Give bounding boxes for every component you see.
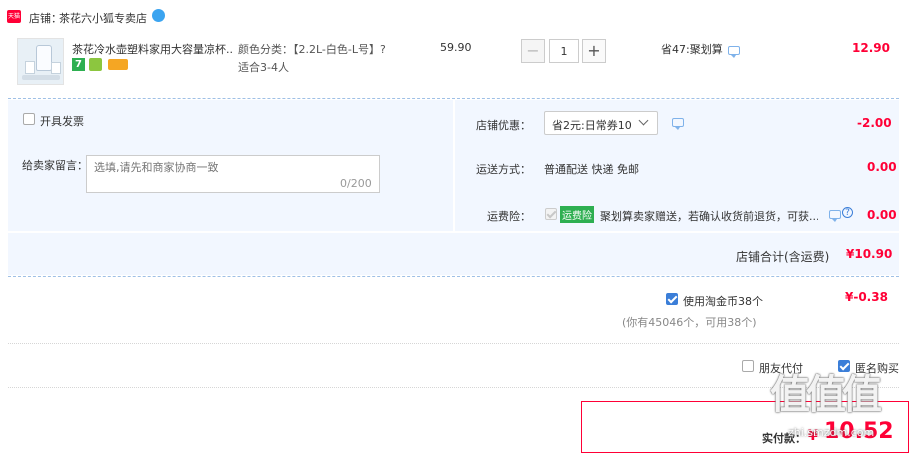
invoice-label: 开具发票 (40, 115, 84, 128)
item-divider (8, 98, 899, 99)
unit-price: 59.90 (440, 41, 472, 54)
quantity-input[interactable] (549, 39, 579, 63)
quantity-increase-button[interactable]: + (582, 39, 606, 63)
help-question-icon[interactable]: ? (842, 207, 853, 218)
insurance-message-icon[interactable] (829, 210, 841, 222)
credit-card-badge-icon (108, 59, 128, 70)
juhuasuan-promo: 省47:聚划算 (661, 43, 723, 56)
item-subtotal: 12.90 (852, 41, 890, 55)
message-char-counter: 0/200 (340, 177, 372, 190)
promo-info-icon[interactable] (728, 46, 740, 58)
invoice-checkbox[interactable] (23, 113, 35, 125)
shipping-method-label: 运送方式： (476, 163, 531, 176)
shop-total-label: 店铺合计(含运费) (736, 250, 830, 264)
shop-total-divider (8, 276, 899, 277)
guarantee-badge-icon (89, 58, 102, 71)
tao-coins-amount: ¥-0.38 (845, 290, 888, 304)
tao-coins-checkbox[interactable] (666, 293, 678, 305)
shop-coupon-select[interactable]: 省2元:日常券10 (544, 111, 658, 135)
coins-divider (8, 343, 899, 344)
coupon-info-icon[interactable] (672, 118, 684, 130)
shop-header: 天猫 店铺： 茶花六小狐专卖店 (0, 0, 919, 34)
shop-coupon-selected-value: 省2元:日常券10 (552, 119, 632, 132)
order-item-row: 茶花冷水壶塑料家用大容量凉杯... 7 颜色分类：【2.2L-白色-L号】? 适… (0, 34, 919, 100)
shop-label-prefix: 店铺： (29, 12, 62, 25)
insurance-description: 聚划算卖家赠送，若确认收货前退货，可获... (600, 210, 818, 223)
shop-discount-amount: -2.00 (857, 116, 892, 130)
quantity-decrease-button[interactable]: − (521, 39, 545, 63)
anonymous-purchase-checkbox[interactable] (838, 360, 850, 372)
friend-pay-checkbox[interactable] (742, 360, 754, 372)
insurance-checkbox (545, 208, 557, 220)
pay-amount: 10.52 (824, 419, 894, 444)
buyer-message-textarea[interactable] (92, 157, 336, 181)
tao-coins-label: 使用淘金币38个 (683, 295, 763, 308)
insurance-badge: 运费险 (560, 206, 594, 223)
product-title-link[interactable]: 茶花冷水壶塑料家用大容量凉杯... (72, 41, 234, 57)
shop-discount-label: 店铺优惠： (476, 119, 531, 132)
sku-attributes-line2: 适合3-4人 (238, 61, 289, 74)
shop-total-amount: ¥10.90 (846, 247, 893, 261)
wangwang-chat-icon[interactable] (152, 9, 165, 22)
product-thumbnail[interactable] (17, 38, 64, 85)
pay-label: 实付款： (762, 432, 806, 445)
shipping-insurance-label: 运费险： (487, 210, 531, 223)
friend-pay-label: 朋友代付 (759, 362, 803, 375)
tao-coins-note: (你有45046个，可用38个) (622, 316, 757, 329)
buyer-message-label: 给卖家留言： (22, 159, 88, 172)
shipping-amount: 0.00 (867, 160, 897, 174)
options-divider (8, 387, 899, 388)
shipping-method-value: 普通配送 快递 免邮 (544, 163, 639, 176)
chevron-down-icon (638, 115, 649, 126)
pay-currency: ¥ (808, 428, 818, 444)
tmall-logo-icon: 天猫 (7, 10, 21, 23)
insurance-amount: 0.00 (867, 208, 897, 222)
seven-day-return-badge: 7 (72, 58, 85, 71)
anonymous-purchase-label: 匿名购买 (855, 362, 899, 375)
sku-attributes: 颜色分类：【2.2L-白色-L号】? (238, 43, 386, 56)
shop-name-link[interactable]: 茶花六小狐专卖店 (59, 10, 147, 26)
